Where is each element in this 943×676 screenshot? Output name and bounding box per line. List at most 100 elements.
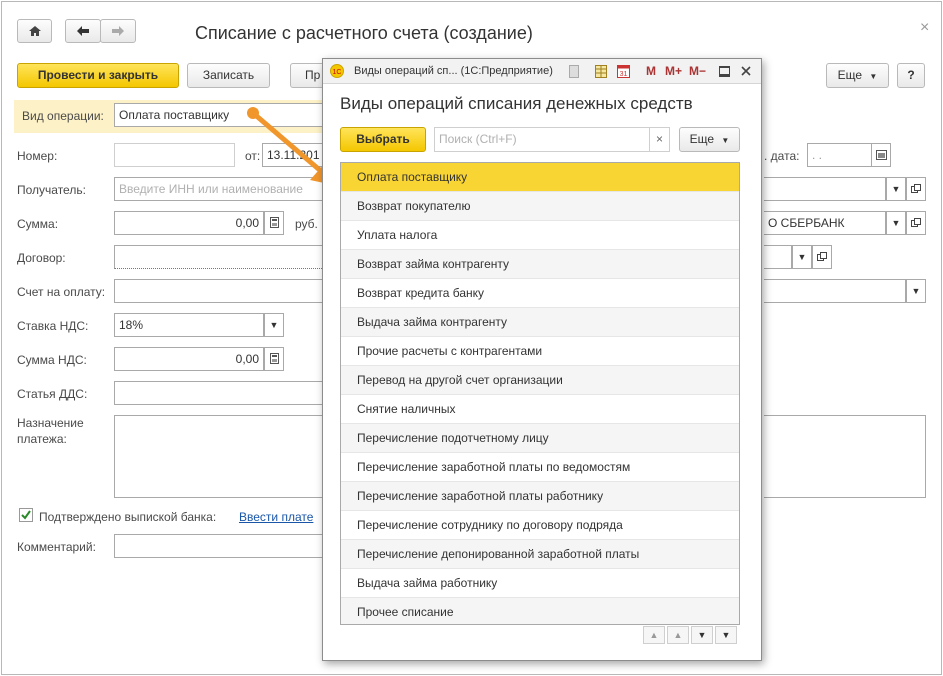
maximize-icon[interactable] — [719, 66, 730, 77]
contract-open-button[interactable] — [812, 245, 832, 269]
more-label: Еще — [837, 68, 863, 82]
dds-label: Статья ДДС: — [17, 387, 88, 401]
purpose-label-line1: Назначение — [17, 416, 84, 430]
operation-types-dialog: 1С Виды операций сп... (1С:Предприятие) … — [322, 58, 762, 661]
invoice-field-right[interactable] — [764, 279, 906, 303]
invoice-dropdown[interactable]: ▼ — [906, 279, 926, 303]
close-icon[interactable]: × — [920, 19, 929, 37]
select-button[interactable]: Выбрать — [340, 127, 426, 152]
list-item[interactable]: Выдача займа контрагенту — [341, 308, 739, 337]
bank-account-open-button[interactable] — [906, 211, 926, 235]
purpose-textarea-right[interactable] — [764, 415, 926, 498]
checkbox-icon[interactable] — [19, 508, 33, 522]
svg-text:31: 31 — [620, 71, 628, 78]
confirmed-label: Подтверждено выпиской банка: — [39, 510, 217, 524]
contract-dropdown[interactable]: ▼ — [792, 245, 812, 269]
bank-account-field[interactable]: О СБЕРБАНК — [764, 211, 886, 235]
memory-m-button[interactable]: M — [646, 64, 656, 78]
list-item[interactable]: Прочие расчеты с контрагентами — [341, 337, 739, 366]
incoming-date-field[interactable]: . . — [807, 143, 871, 167]
app-logo-icon: 1С — [330, 64, 344, 78]
vat-rate-dropdown[interactable]: ▼ — [264, 313, 284, 337]
help-button[interactable]: ? — [897, 63, 925, 88]
purpose-label-line2: платежа: — [17, 432, 67, 446]
vat-amount-calculator-button[interactable] — [264, 347, 284, 371]
calendar-icon — [875, 150, 887, 160]
home-icon — [28, 26, 41, 36]
more-button[interactable]: Еще ▼ — [826, 63, 889, 88]
dropdown-icon: ▼ — [721, 136, 730, 145]
scroll-up-button[interactable]: ▲ — [667, 626, 689, 644]
list-item[interactable]: Возврат покупателю — [341, 192, 739, 221]
vat-amount-field[interactable]: 0,00 — [114, 347, 264, 371]
contract-field[interactable] — [114, 245, 324, 269]
back-arrow-icon — [77, 26, 89, 36]
recipient-open-button[interactable] — [906, 177, 926, 201]
contract-field-right[interactable] — [764, 245, 792, 269]
invoice-field[interactable] — [114, 279, 324, 303]
back-button[interactable] — [65, 19, 101, 43]
calculator-icon — [269, 353, 279, 364]
list-item[interactable]: Прочее списание — [341, 598, 739, 624]
amount-calculator-button[interactable] — [264, 211, 284, 235]
calendar-button[interactable] — [871, 143, 891, 167]
save-button[interactable]: Записать — [187, 63, 270, 88]
list-item[interactable]: Перевод на другой счет организации — [341, 366, 739, 395]
comment-label: Комментарий: — [17, 540, 96, 554]
post-and-close-button[interactable]: Провести и закрыть — [17, 63, 179, 88]
search-input[interactable]: Поиск (Ctrl+F) — [434, 127, 650, 152]
close-icon[interactable] — [741, 66, 751, 76]
dialog-titlebar: 1С Виды операций сп... (1С:Предприятие) … — [323, 59, 761, 84]
dialog-window-title: Виды операций сп... (1С:Предприятие) — [354, 65, 553, 77]
enter-payment-link[interactable]: Ввести плате — [239, 510, 313, 524]
operation-types-list: Оплата поставщику Возврат покупателю Уплат… — [340, 162, 740, 625]
list-item[interactable]: Уплата налога — [341, 221, 739, 250]
search-clear-icon[interactable]: × — [650, 127, 670, 152]
list-item[interactable]: Снятие наличных — [341, 395, 739, 424]
currency-label: руб. — [295, 217, 318, 231]
operation-label: Вид операции: — [22, 109, 104, 123]
purpose-textarea[interactable] — [114, 415, 324, 498]
open-form-icon — [911, 218, 921, 227]
list-item[interactable]: Выдача займа работнику — [341, 569, 739, 598]
doc-icon[interactable] — [569, 65, 579, 78]
list-item[interactable]: Перечисление сотруднику по договору подр… — [341, 511, 739, 540]
number-field[interactable] — [114, 143, 235, 167]
vat-rate-field[interactable]: 18% — [114, 313, 264, 337]
dialog-heading: Виды операций списания денежных средств — [340, 94, 693, 113]
recipient-dropdown[interactable]: ▼ — [886, 177, 906, 201]
forward-button[interactable] — [100, 19, 136, 43]
bank-account-dropdown[interactable]: ▼ — [886, 211, 906, 235]
open-form-icon — [911, 184, 921, 193]
vat-amount-label: Сумма НДС: — [17, 353, 87, 367]
table-icon[interactable] — [595, 65, 607, 78]
invoice-label: Счет на оплату: — [17, 285, 106, 299]
vat-rate-label: Ставка НДС: — [17, 319, 89, 333]
list-item[interactable]: Перечисление заработной платы по ведомос… — [341, 453, 739, 482]
recipient-field-right[interactable] — [764, 177, 886, 201]
comment-field[interactable] — [114, 534, 324, 558]
dialog-more-button[interactable]: Еще ▼ — [679, 127, 740, 152]
scroll-bottom-button[interactable]: ▼ — [715, 626, 737, 644]
dropdown-icon: ▼ — [869, 72, 878, 81]
scroll-down-button[interactable]: ▼ — [691, 626, 713, 644]
calendar31-icon[interactable]: 31 — [617, 65, 630, 78]
home-button[interactable] — [17, 19, 52, 43]
dds-field[interactable] — [114, 381, 324, 405]
incoming-date-label: . дата: — [764, 149, 800, 163]
list-item[interactable]: Перечисление депонированной заработной п… — [341, 540, 739, 569]
memory-plus-button[interactable]: M+ — [665, 64, 682, 78]
list-item[interactable]: Возврат кредита банку — [341, 279, 739, 308]
recipient-label: Получатель: — [17, 183, 86, 197]
contract-label: Договор: — [17, 251, 66, 265]
scroll-top-button[interactable]: ▲ — [643, 626, 665, 644]
list-item[interactable]: Оплата поставщику — [341, 163, 739, 192]
list-item[interactable]: Перечисление подотчетному лицу — [341, 424, 739, 453]
list-item[interactable]: Перечисление заработной платы работнику — [341, 482, 739, 511]
memory-minus-button[interactable]: M− — [689, 64, 706, 78]
list-item[interactable]: Возврат займа контрагенту — [341, 250, 739, 279]
amount-label: Сумма: — [17, 217, 59, 231]
open-form-icon — [817, 252, 827, 261]
amount-field[interactable]: 0,00 — [114, 211, 264, 235]
forward-arrow-icon — [112, 26, 124, 36]
